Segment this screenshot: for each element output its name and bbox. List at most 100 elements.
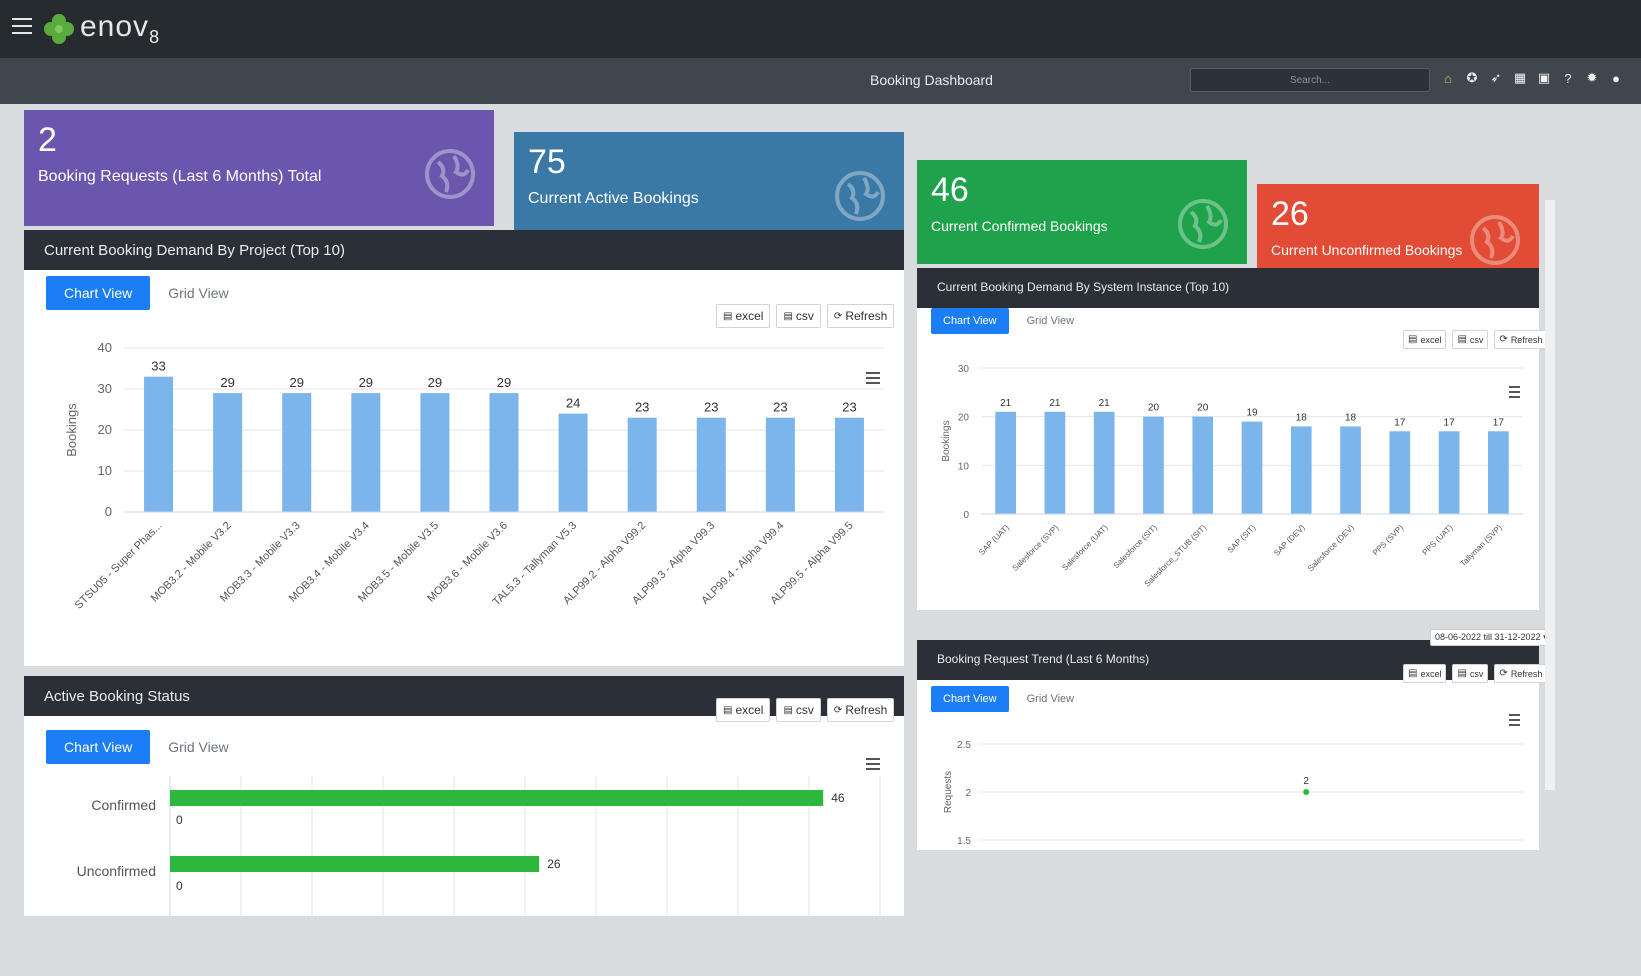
chart-view-button[interactable]: Chart View (46, 730, 151, 764)
globe-icon (1470, 215, 1520, 265)
refresh-icon: ⟳ (833, 310, 843, 322)
trend-scatter-chart: 1.5 2 2.5 Requests 2 (943, 740, 1523, 847)
start-label: 0 (176, 813, 183, 827)
data-label: 46 (831, 791, 845, 805)
y-tick-label: 10 (958, 461, 970, 472)
data-label: 33 (151, 359, 165, 374)
chart-menu-icon[interactable] (866, 758, 880, 770)
x-tick-label: SAP (DEV) (1272, 523, 1307, 558)
data-point (1303, 789, 1310, 795)
app-root: enov8 Booking Dashboard ⌂ ✪ ➶ ▦ ▣ ? ✹ ● … (0, 0, 1641, 976)
panel-demand-by-project: Current Booking Demand By Project (Top 1… (24, 230, 904, 666)
excel-button[interactable]: ▤ excel (1403, 664, 1447, 683)
calendar-icon[interactable]: ▦ (1512, 70, 1528, 86)
x-tick-label: SAP (UAT) (977, 523, 1011, 557)
data-label: 18 (1345, 412, 1357, 423)
globe-icon (835, 171, 885, 221)
home-icon[interactable]: ⌂ (1440, 70, 1456, 86)
csv-button[interactable]: ▤ csv (1452, 664, 1489, 683)
refresh-button[interactable]: ⟳ Refresh (826, 304, 895, 328)
csv-button[interactable]: ▤ csv (776, 698, 821, 722)
bar (213, 393, 243, 512)
rocket-icon[interactable]: ➶ (1488, 70, 1504, 86)
kpi-card-unconfirmed-bookings[interactable]: 26 Current Unconfirmed Bookings (1257, 184, 1539, 278)
csv-file-icon: ▤ (783, 310, 793, 322)
export-tools: ▤ excel ▤ csv ⟳ Refresh (1403, 664, 1548, 683)
brand-logo[interactable]: enov8 (42, 10, 160, 48)
bar (627, 417, 657, 512)
data-label: 2 (1303, 776, 1309, 787)
data-label: 20 (1148, 403, 1160, 414)
x-tick-label: SAP (SIT) (1226, 523, 1258, 555)
chart-view-button[interactable]: Chart View (46, 276, 151, 310)
clover-logo-icon (44, 14, 74, 44)
csv-button[interactable]: ▤ csv (776, 304, 821, 328)
bar (1389, 431, 1411, 514)
refresh-button[interactable]: ⟳ Refresh (1494, 330, 1548, 349)
chart-menu-icon[interactable] (1509, 714, 1520, 726)
data-label: 24 (566, 396, 580, 411)
brand-name: enov8 (80, 10, 161, 47)
data-label: 23 (635, 400, 649, 415)
top-bar: enov8 (0, 0, 1641, 58)
refresh-button[interactable]: ⟳ Refresh (826, 698, 895, 722)
globe-icon (1178, 199, 1228, 249)
hamburger-menu-icon[interactable] (12, 18, 32, 34)
x-tick-label: PPS (UAT) (1421, 523, 1455, 557)
train-icon[interactable]: ▣ (1536, 70, 1552, 86)
bar (282, 393, 312, 512)
refresh-button[interactable]: ⟳ Refresh (1494, 664, 1548, 683)
kpi-card-booking-requests[interactable]: 2 Booking Requests (Last 6 Months) Total (24, 110, 494, 226)
view-toggle: Chart View Grid View (931, 308, 1074, 334)
bar (1290, 426, 1312, 514)
excel-button[interactable]: ▤ excel (1403, 330, 1447, 349)
settings-icon[interactable]: ✹ (1584, 70, 1600, 86)
kpi-label: Booking Requests (Last 6 Months) Total (38, 168, 322, 185)
help-icon[interactable]: ? (1560, 70, 1576, 86)
excel-button[interactable]: ▤ excel (716, 698, 771, 722)
y-tick-label: 30 (98, 381, 112, 396)
csv-button[interactable]: ▤ csv (1452, 330, 1489, 349)
bar (1241, 421, 1263, 514)
panel-title: Current Booking Demand By System Instanc… (917, 268, 1539, 308)
y-axis-title: Bookings (64, 403, 79, 457)
data-label: 23 (842, 400, 856, 415)
date-range-picker[interactable]: 08-06-2022 till 31-12-2022 ▾ (1430, 629, 1553, 646)
grid-view-link[interactable]: Grid View (168, 739, 228, 755)
data-label: 20 (1197, 403, 1209, 414)
excel-button[interactable]: ▤ excel (716, 304, 771, 328)
refresh-label: Refresh (1510, 668, 1543, 679)
search-input[interactable] (1190, 68, 1430, 92)
refresh-icon: ⟳ (833, 704, 843, 716)
data-label: 26 (547, 857, 561, 871)
page-scrollbar[interactable] (1545, 200, 1555, 790)
star-icon[interactable]: ✪ (1464, 70, 1480, 86)
chart-view-button[interactable]: Chart View (931, 686, 1009, 712)
bar (1143, 416, 1164, 514)
grid-view-link[interactable]: Grid View (1027, 693, 1074, 705)
refresh-label: Refresh (845, 309, 888, 323)
status-bar-chart: Confirmed 46 0 Unconfirmed 26 0 (77, 776, 881, 916)
category-label: Confirmed (91, 797, 156, 813)
bar (1093, 411, 1115, 514)
data-label: 23 (773, 400, 787, 415)
user-icon[interactable]: ● (1608, 70, 1624, 86)
bar (1438, 431, 1460, 514)
grid-view-link[interactable]: Grid View (168, 285, 228, 301)
y-tick-label: 2 (965, 788, 971, 799)
csv-label: csv (795, 703, 814, 717)
kpi-card-confirmed-bookings[interactable]: 46 Current Confirmed Bookings (917, 160, 1247, 264)
y-tick-label: 20 (958, 413, 970, 424)
grid-view-link[interactable]: Grid View (1027, 315, 1074, 327)
x-tick-label: Salesforce (SVP) (1011, 523, 1061, 573)
excel-file-icon: ▤ (1408, 668, 1418, 679)
view-toggle: Chart View Grid View (46, 730, 229, 764)
bar (1340, 426, 1361, 514)
data-label: 29 (359, 375, 373, 390)
start-label: 0 (176, 879, 183, 893)
data-label: 18 (1296, 412, 1308, 423)
chart-view-button[interactable]: Chart View (931, 308, 1009, 334)
y-tick-label: 0 (105, 504, 112, 519)
view-toggle: Chart View Grid View (46, 276, 229, 310)
category-label: Unconfirmed (77, 863, 156, 879)
